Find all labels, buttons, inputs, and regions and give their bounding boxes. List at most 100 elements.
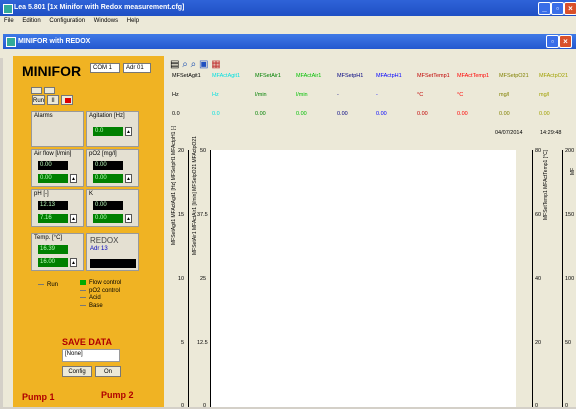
po2-stepper[interactable]: ▲	[125, 174, 132, 183]
time-readout: 14:29:48	[540, 130, 562, 136]
minimize-button[interactable]: _	[538, 2, 551, 15]
tick-left2: 25	[200, 276, 207, 282]
unit-cell: Hz	[212, 92, 219, 98]
menu-help[interactable]: Help	[127, 18, 139, 24]
airflow-measured: 0.00	[38, 161, 68, 170]
value-cell: 0.00	[499, 111, 510, 117]
airflow-stepper[interactable]: ▲	[70, 174, 77, 183]
airflow-setpoint: 0.00	[38, 174, 68, 183]
ph-label: pH [-]	[34, 191, 49, 197]
tick-right2: 50	[565, 340, 572, 346]
tab-button-1[interactable]	[31, 87, 42, 94]
header-act-temp: MFActTemp1	[457, 73, 490, 79]
temp-measured: 16.39	[38, 245, 68, 254]
flow-control-led-icon	[80, 280, 86, 285]
temp-stepper[interactable]: ▲	[70, 258, 77, 267]
header-act-po2: MFActpO21	[539, 73, 569, 79]
unit-cell: -	[337, 92, 339, 98]
pause-button[interactable]: II	[47, 95, 59, 105]
control-checklist: Flow control pO2 control Acid Base	[80, 280, 121, 310]
header-set-po2: MFSetpO21	[499, 73, 529, 79]
menu-windows[interactable]: Windows	[94, 18, 118, 24]
tick-left1: 15	[178, 212, 185, 218]
window-title: Lea 5.801 [1x Minifor with Redox measure…	[14, 4, 185, 11]
run-toggle[interactable]: Run	[38, 282, 58, 288]
run-button[interactable]: Run	[32, 95, 45, 105]
k-measured: 0.00	[93, 201, 123, 210]
save-data-field[interactable]: [None]	[62, 349, 120, 362]
child-title-bar: MINIFOR with REDOX ▫ ×	[3, 34, 576, 49]
k-stepper[interactable]: ▲	[125, 214, 132, 223]
header-set-temp: MFSetTemp1	[417, 73, 450, 79]
pump1-title: Pump 1	[22, 392, 55, 402]
po2-panel: pO2 [mg/l] 0.00 0.00 ▲	[86, 149, 139, 187]
chart-config-icon[interactable]: ▣	[199, 59, 208, 70]
temp-label: Temp. [°C]	[34, 235, 63, 241]
run-led-icon	[38, 283, 44, 285]
redox-value	[90, 259, 136, 268]
redox-panel: REDOX Adr 13	[86, 233, 139, 271]
base-led-icon	[80, 304, 86, 306]
ph-setpoint: 7.16	[38, 214, 68, 223]
tick-right2: 200	[565, 148, 575, 154]
header-set-ph: MFSetpH1	[337, 73, 364, 79]
tab-button-2[interactable]	[44, 87, 55, 94]
airflow-label: Air flow [l/min]	[34, 151, 72, 157]
save-on-button[interactable]: On	[95, 366, 121, 377]
agitation-label: Agitation [Hz]	[89, 113, 125, 119]
flow-control-check[interactable]: Flow control	[80, 280, 121, 288]
maximize-button[interactable]: ▫	[551, 2, 564, 15]
autoscale-icon[interactable]: ▦	[211, 59, 220, 70]
agitation-stepper[interactable]: ▲	[125, 127, 132, 136]
pump2-title: Pump 2	[101, 390, 134, 400]
menu-configuration[interactable]: Configuration	[49, 18, 85, 24]
chart-toolbar: ▤ ⌕ ⌕ ▣ ▦	[170, 59, 221, 70]
zoom-out-icon[interactable]: ⌕	[191, 59, 197, 70]
unit-cell: mg/l	[539, 92, 550, 98]
header-set-air: MFSetAir1	[255, 73, 281, 79]
plot-area[interactable]	[211, 150, 516, 407]
ph-stepper[interactable]: ▲	[70, 214, 77, 223]
stop-button[interactable]	[61, 95, 73, 105]
value-cell: 0.00	[296, 111, 307, 117]
run-toggle-label: Run	[47, 282, 59, 288]
po2-label: pO2 [mg/l]	[89, 151, 117, 157]
tick-right2: 100	[565, 276, 575, 282]
config-button[interactable]: Config	[62, 366, 92, 377]
child-maximize-button[interactable]: ▫	[546, 35, 559, 48]
po2-control-led-icon	[80, 289, 86, 291]
acid-led-icon	[80, 297, 86, 298]
acid-check[interactable]: Acid	[80, 295, 121, 303]
k-setpoint: 0.00	[93, 214, 123, 223]
child-close-button[interactable]: ×	[559, 35, 572, 48]
right-axis-2	[562, 150, 563, 407]
value-cell: 0.00	[376, 111, 387, 117]
minifor-title: MINIFOR	[22, 63, 82, 79]
tick-right2: 0	[565, 403, 569, 409]
close-button[interactable]: ×	[564, 2, 576, 15]
temp-panel: Temp. [°C] 16.39 16.00 ▲	[31, 233, 84, 271]
left-axis-1-label: MFSetAgit1 MFActAgit1 [Hz] MFSetpH1 MFAc…	[171, 125, 177, 245]
base-check[interactable]: Base	[80, 303, 121, 311]
tick-left1: 10	[178, 276, 185, 282]
value-cell: 0.00	[539, 111, 550, 117]
po2-measured: 0.00	[93, 161, 123, 170]
tick-left1: 5	[181, 340, 185, 346]
menu-edition[interactable]: Edition	[22, 18, 40, 24]
title-bar: Lea 5.801 [1x Minifor with Redox measure…	[0, 0, 576, 16]
header-act-air: MFActAir1	[296, 73, 322, 79]
tick-left1: 0	[181, 403, 185, 409]
com-port-field[interactable]: COM 1	[90, 63, 120, 73]
table-icon[interactable]: ▤	[170, 59, 179, 70]
left-axis-1	[188, 150, 189, 407]
menu-bar: File Edition Configuration Windows Help	[0, 16, 576, 26]
left-axis-2	[210, 150, 211, 407]
address-field[interactable]: Adr 01	[123, 63, 151, 73]
temp-setpoint: 16.00	[38, 258, 68, 267]
zoom-in-icon[interactable]: ⌕	[182, 59, 188, 70]
tick-right1: 0	[535, 403, 539, 409]
menu-file[interactable]: File	[4, 18, 14, 24]
tick-right1: 60	[535, 212, 542, 218]
po2-control-check[interactable]: pO2 control	[80, 288, 121, 296]
value-cell: 0.0	[212, 111, 220, 117]
